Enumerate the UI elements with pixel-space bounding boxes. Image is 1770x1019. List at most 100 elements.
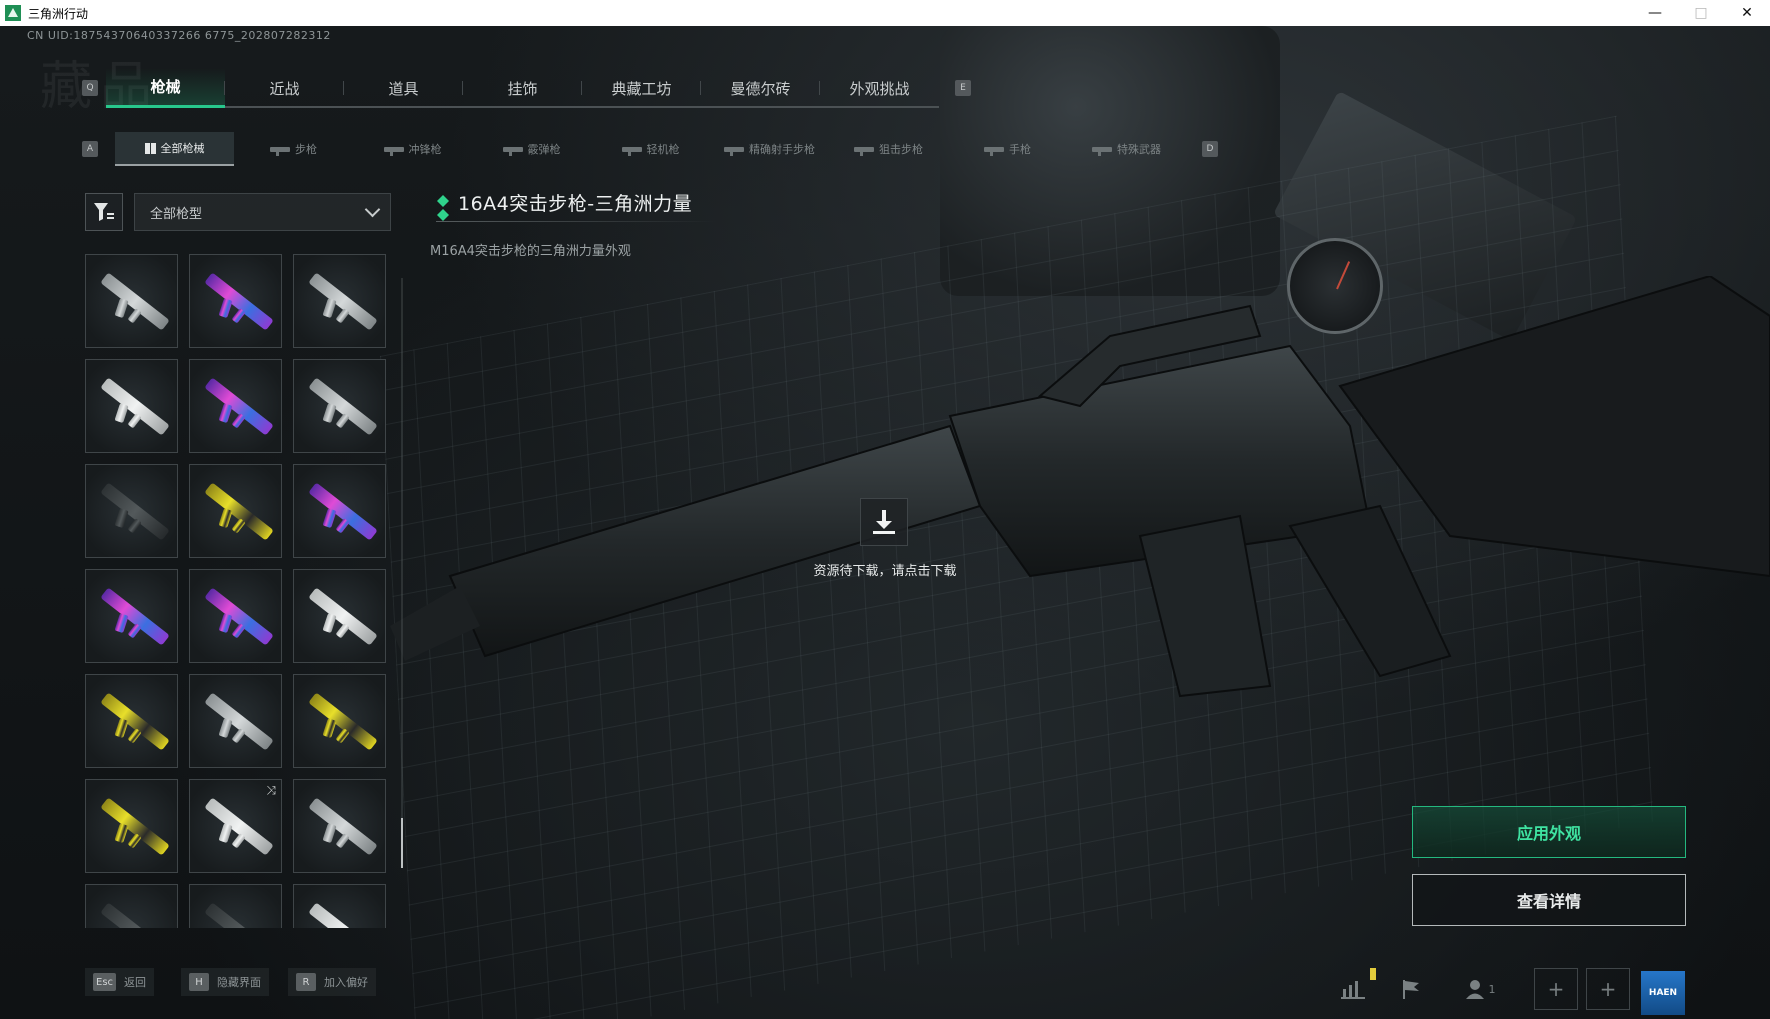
prev-category-key-hint[interactable]: A [82,141,98,157]
category-all-weapons[interactable]: 全部枪械 [115,132,234,166]
skin-tile[interactable] [189,569,282,663]
skin-tile[interactable] [189,464,282,558]
special-weapon-icon [1092,146,1112,156]
back-hint[interactable]: Esc 返回 [85,968,155,996]
skin-tile[interactable] [85,464,178,558]
item-title: 16A4突击步枪-三角洲力量 [458,193,693,215]
apply-skin-button[interactable]: 应用外观 [1412,806,1686,858]
grid-icon [144,142,156,154]
view-details-button[interactable]: 查看详情 [1412,874,1686,926]
category-dmr[interactable]: 精确射手步枪 [710,132,829,166]
category-lmg[interactable]: 轻机枪 [591,132,710,166]
weapon-skin-thumbnail [308,797,378,856]
shotgun-icon [502,146,523,156]
category-rifle[interactable]: 步枪 [234,132,353,166]
skin-tile[interactable] [85,359,178,453]
tab-appearance-challenge[interactable]: 外观挑战 [820,68,939,108]
logo-label: HAEN [1648,988,1678,998]
weapon-skin-thumbnail [204,587,274,646]
maximize-button[interactable]: □ [1678,0,1724,26]
party-count: 1 [1488,982,1496,996]
skin-tile[interactable] [293,464,386,558]
category-special[interactable]: 特殊武器 [1067,132,1186,166]
skin-grid-scrollbar[interactable] [401,278,403,868]
skin-tile[interactable] [189,884,282,928]
skin-tile[interactable] [293,359,386,453]
filter-button[interactable] [85,193,123,231]
weapon-skin-thumbnail [308,692,378,751]
category-shotgun[interactable]: 霰弹枪 [472,132,591,166]
stats-icon[interactable] [1336,968,1370,1010]
user-icon [1465,980,1484,999]
key-badge: R [296,973,316,991]
hide-ui-hint[interactable]: H 隐藏界面 [181,968,269,996]
signal-indicator [1370,968,1376,980]
weapon-skin-thumbnail [100,692,170,751]
next-category-key-hint[interactable]: D [1202,141,1218,157]
add-slot-2-button[interactable]: + [1586,968,1630,1010]
category-label: 步枪 [295,143,317,156]
weapon-skin-thumbnail [308,587,378,646]
team-logo[interactable]: HAEN [1641,971,1685,1015]
skin-tile[interactable] [85,674,178,768]
tab-charms[interactable]: 挂饰 [463,68,582,108]
flag-icon[interactable] [1394,968,1428,1010]
scrollbar-thumb[interactable] [401,818,403,868]
rarity-icon [437,195,449,221]
tab-collection-workshop[interactable]: 典藏工坊 [582,68,701,108]
weapon-skin-thumbnail [100,377,170,436]
category-pistol[interactable]: 手枪 [948,132,1067,166]
tab-mandel-brick[interactable]: 曼德尔砖 [701,68,820,108]
weapon-skin-thumbnail [308,377,378,436]
category-label: 霰弹枪 [527,143,561,156]
category-smg[interactable]: 冲锋枪 [353,132,472,166]
weapon-skin-thumbnail [308,272,378,331]
sniper-icon [854,146,874,156]
party-members[interactable]: 1 [1455,968,1505,1010]
skin-tile[interactable] [189,254,282,348]
skin-tile[interactable] [293,254,386,348]
filter-icon [94,203,114,221]
skin-tile[interactable] [189,674,282,768]
category-label: 狙击步枪 [879,143,923,156]
skin-tile[interactable] [85,884,178,928]
weapon-skin-thumbnail [100,272,170,331]
category-label: 手枪 [1009,143,1031,156]
next-tab-key-hint[interactable]: E [955,80,971,96]
weapon-skin-thumbnail [204,902,274,928]
rifle-icon [270,146,290,156]
weapon-skin-thumbnail [204,692,274,751]
close-button[interactable]: ✕ [1724,0,1770,26]
weapon-category-bar: A 全部枪械 步枪 冲锋枪 霰弹枪 轻机枪 精确射手步枪 狙击步枪 手枪 特殊武… [82,132,1218,166]
tab-items[interactable]: 道具 [344,68,463,108]
category-label: 轻机枪 [646,143,680,156]
skin-grid: ⤨ [85,254,390,928]
weapon-skin-thumbnail [308,902,378,928]
prev-tab-key-hint[interactable]: Q [82,80,98,96]
skin-tile[interactable] [293,569,386,663]
hint-label: 加入偏好 [324,976,368,989]
weapon-skin-thumbnail [204,797,274,856]
title-divider [436,221,716,222]
hint-label: 返回 [124,976,147,989]
add-slot-1-button[interactable]: + [1534,968,1578,1010]
weapon-type-dropdown[interactable]: 全部枪型 [134,193,391,231]
minimize-button[interactable]: — [1632,0,1678,26]
skin-tile[interactable] [189,359,282,453]
skin-tile[interactable] [293,884,386,928]
skin-tile[interactable] [85,569,178,663]
skin-tile[interactable] [85,779,178,873]
skin-tile[interactable] [85,254,178,348]
category-label: 特殊武器 [1117,143,1161,156]
download-button[interactable] [860,498,908,546]
tab-melee[interactable]: 近战 [225,68,344,108]
skin-tile[interactable] [293,779,386,873]
tab-firearms[interactable]: 枪械 [106,68,225,108]
app-icon [5,5,21,21]
category-sniper[interactable]: 狙击步枪 [829,132,948,166]
add-favorite-hint[interactable]: R 加入偏好 [288,968,376,996]
skin-tile[interactable] [293,674,386,768]
skin-tile[interactable]: ⤨ [189,779,282,873]
weapon-skin-thumbnail [204,272,274,331]
weapon-skin-thumbnail [100,587,170,646]
